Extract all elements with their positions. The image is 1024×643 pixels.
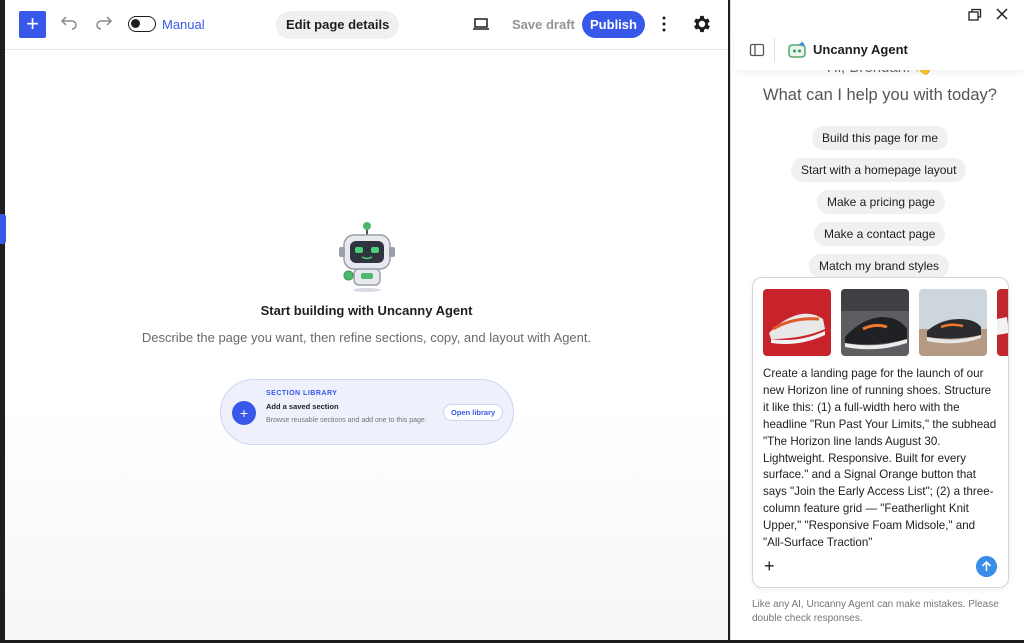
suggestion-chip[interactable]: Make a contact page bbox=[814, 222, 946, 246]
editor-canvas[interactable]: Start building with Uncanny Agent Descri… bbox=[0, 51, 728, 640]
add-section-button[interactable]: + bbox=[232, 401, 256, 425]
sidebar-toggle-icon[interactable] bbox=[749, 42, 765, 58]
save-draft-button[interactable]: Save draft bbox=[512, 17, 575, 32]
suggestion-chip[interactable]: Start with a homepage layout bbox=[791, 158, 967, 182]
attached-image-black-shoe[interactable] bbox=[841, 289, 909, 356]
add-block-button[interactable]: + bbox=[19, 11, 46, 38]
send-button[interactable] bbox=[976, 556, 997, 577]
open-library-button[interactable]: Open library bbox=[443, 404, 504, 421]
attached-image-trail-shoe[interactable] bbox=[919, 289, 987, 356]
prompt-composer[interactable]: Create a landing page for the launch of … bbox=[752, 277, 1009, 588]
section-library-card[interactable]: + SECTION LIBRARY Add a saved section Br… bbox=[220, 379, 514, 445]
attached-image-partial-shoe[interactable] bbox=[997, 289, 1009, 356]
redo-icon[interactable] bbox=[94, 14, 114, 34]
close-icon[interactable] bbox=[995, 7, 1009, 21]
toggle-knob bbox=[131, 19, 140, 28]
suggestion-chip[interactable]: Match my brand styles bbox=[809, 254, 950, 278]
empty-state-title: Start building with Uncanny Agent bbox=[260, 303, 473, 318]
prompt-textarea[interactable]: Create a landing page for the launch of … bbox=[763, 366, 998, 552]
undo-icon[interactable] bbox=[59, 14, 79, 34]
section-library-title: Add a saved section bbox=[266, 402, 339, 411]
manual-toggle[interactable] bbox=[128, 16, 156, 32]
gear-icon[interactable] bbox=[691, 13, 713, 35]
attach-button[interactable]: + bbox=[764, 557, 775, 575]
section-library-eyebrow: SECTION LIBRARY bbox=[266, 390, 338, 397]
assistant-question: What can I help you with today? bbox=[763, 86, 997, 104]
suggestion-chip[interactable]: Make a pricing page bbox=[817, 190, 946, 214]
section-library-description: Browse reusable sections and add one to … bbox=[266, 417, 427, 424]
edit-page-details-button[interactable]: Edit page details bbox=[276, 11, 400, 39]
agent-robot-icon bbox=[788, 41, 806, 58]
agent-panel-header: Uncanny Agent bbox=[735, 30, 1024, 70]
editor-toolbar: + Manual Edit page details Save draft Pu… bbox=[5, 0, 728, 50]
restore-window-icon[interactable] bbox=[968, 8, 982, 22]
suggestion-chip[interactable]: Build this page for me bbox=[812, 126, 949, 150]
publish-button[interactable]: Publish bbox=[582, 11, 645, 38]
more-options-icon[interactable] bbox=[655, 14, 673, 34]
agent-panel-title: Uncanny Agent bbox=[813, 42, 908, 57]
editor-area: + Manual Edit page details Save draft Pu… bbox=[0, 0, 728, 640]
empty-state-subtitle: Describe the page you want, then refine … bbox=[141, 330, 592, 345]
attached-image-red-shoe[interactable] bbox=[763, 289, 831, 356]
header-divider bbox=[774, 38, 775, 62]
window-controls bbox=[731, 0, 1024, 30]
sidebar-handle[interactable] bbox=[0, 214, 6, 244]
agent-panel: Uncanny Agent Hi, Brendan! 👋 What can I … bbox=[730, 0, 1024, 640]
ai-disclaimer: Like any AI, Uncanny Agent can make mist… bbox=[752, 599, 999, 624]
laptop-icon[interactable] bbox=[471, 14, 491, 34]
robot-mascot-icon bbox=[339, 222, 395, 292]
manual-label: Manual bbox=[162, 17, 205, 32]
